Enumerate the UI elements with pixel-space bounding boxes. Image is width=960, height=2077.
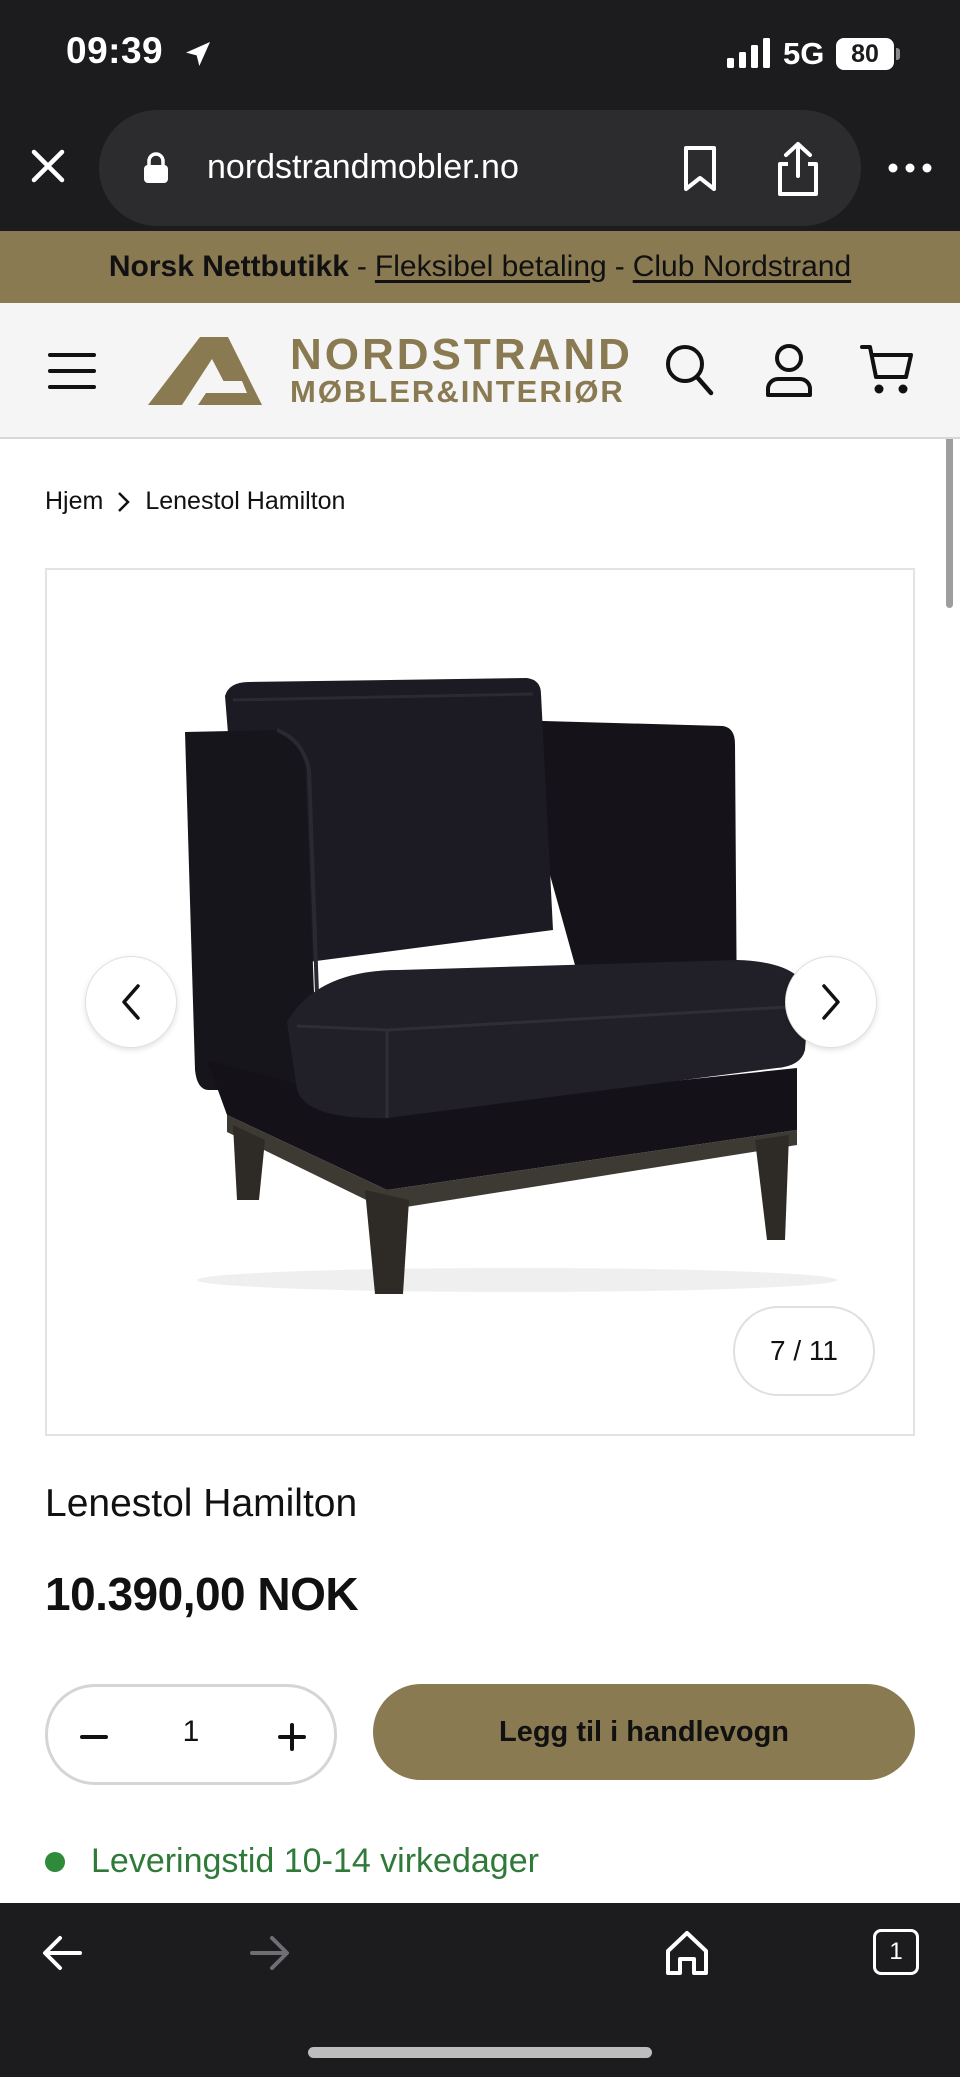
breadcrumb-current: Lenestol Hamilton — [145, 487, 346, 515]
home-icon[interactable] — [664, 1929, 710, 1977]
promo-separator: - — [356, 250, 367, 283]
close-tab-button[interactable] — [28, 146, 68, 186]
site-header: NORDSTRAND MØBLER&INTERIØR — [0, 303, 960, 439]
more-icon[interactable] — [888, 155, 932, 181]
promo-title: Norsk Nettbutikk — [108, 250, 349, 283]
promo-separator: - — [614, 250, 625, 283]
share-icon[interactable] — [772, 140, 824, 198]
product-gallery[interactable]: 7 / 11 — [45, 568, 915, 1436]
breadcrumb-home[interactable]: Hjem — [45, 487, 103, 516]
bookmark-icon[interactable] — [680, 145, 720, 193]
network-label: 5G — [783, 36, 825, 71]
signal-icon — [727, 38, 770, 68]
lock-icon — [144, 152, 168, 183]
flexible-payment-link[interactable]: Fleksibel betaling — [375, 250, 607, 284]
menu-icon[interactable] — [48, 351, 96, 391]
plus-icon[interactable] — [276, 1721, 308, 1753]
delivery-text: Leveringstid 10-14 virkedager — [91, 1842, 539, 1880]
delivery-status: Leveringstid 10-14 virkedager — [45, 1842, 539, 1881]
url-text[interactable]: nordstrandmobler.no — [207, 148, 519, 187]
club-nordstrand-link[interactable]: Club Nordstrand — [633, 250, 851, 284]
battery-indicator: 80 — [836, 38, 894, 70]
back-arrow-icon[interactable] — [40, 1933, 84, 1973]
gallery-counter: 7 / 11 — [733, 1306, 875, 1396]
chevron-left-icon — [122, 984, 140, 1020]
search-icon[interactable] — [664, 343, 714, 397]
product-title: Lenestol Hamilton — [45, 1482, 358, 1525]
tabs-icon[interactable]: 1 — [873, 1929, 919, 1975]
product-image[interactable] — [137, 670, 877, 1310]
battery-cap — [896, 48, 900, 60]
logo-text-secondary[interactable]: MØBLER&INTERIØR — [290, 375, 625, 409]
browser-toolbar: 1 — [0, 1903, 960, 2077]
status-time: 09:39 — [66, 30, 164, 71]
home-indicator — [308, 2047, 652, 2058]
gallery-next-button[interactable] — [785, 956, 877, 1048]
breadcrumb: Hjem Lenestol Hamilton — [45, 487, 345, 516]
promo-banner: Norsk Nettbutikk - Fleksibel betaling - … — [0, 231, 960, 303]
delivery-status-dot — [45, 1851, 65, 1872]
cart-icon[interactable] — [860, 343, 914, 397]
location-arrow-icon — [186, 42, 210, 66]
account-icon[interactable] — [764, 343, 814, 399]
chevron-right-icon — [118, 491, 131, 512]
product-price: 10.390,00 NOK — [45, 1568, 359, 1620]
add-to-cart-button[interactable]: Legg til i handlevogn — [373, 1684, 915, 1780]
forward-arrow-icon[interactable] — [248, 1933, 292, 1973]
close-icon — [31, 149, 65, 183]
logo-text-primary[interactable]: NORDSTRAND — [290, 333, 633, 377]
chevron-right-icon — [822, 984, 840, 1020]
logo-mark-icon[interactable] — [148, 337, 262, 405]
gallery-prev-button[interactable] — [85, 956, 177, 1048]
browser-chrome: 09:39 5G 80 nordstrandmobler.no — [0, 0, 960, 231]
quantity-stepper: 1 — [45, 1684, 337, 1785]
